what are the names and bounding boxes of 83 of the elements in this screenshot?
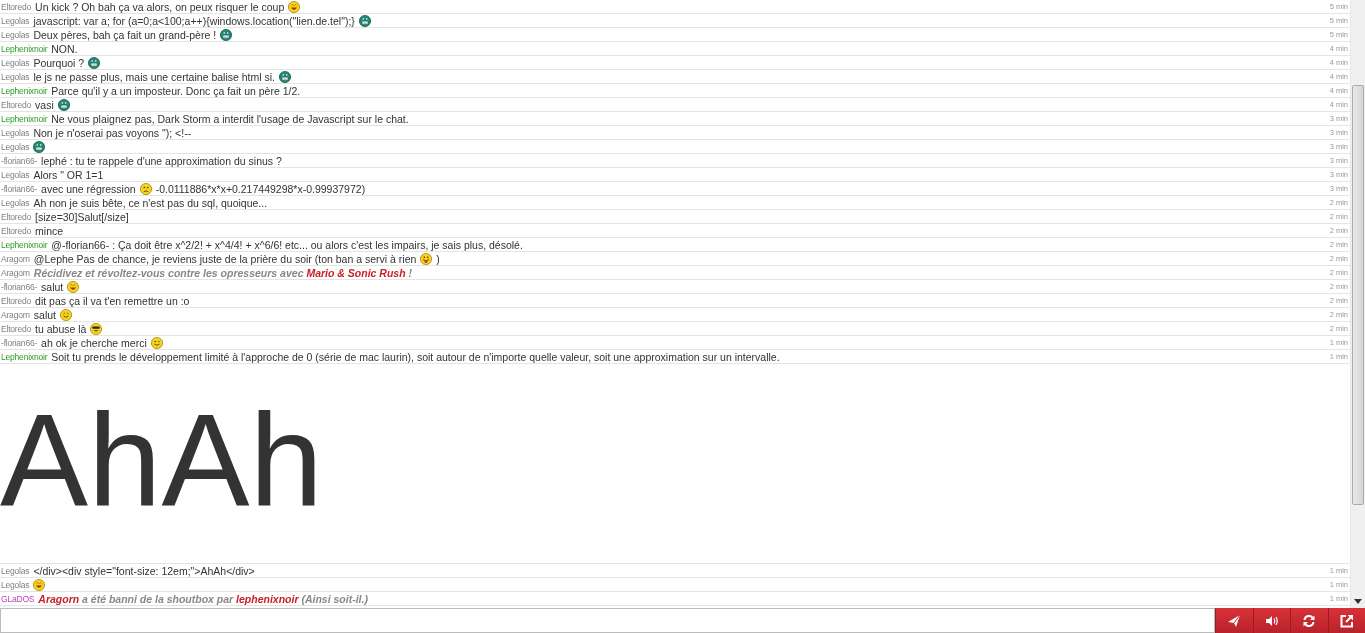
message-text: le js ne passe plus, mais une certaine balise html si. [33, 70, 275, 83]
smiley-icon [288, 0, 301, 13]
author-name[interactable]: Lephenixnoir [1, 239, 48, 250]
message-text: [size=30]Salut[/size] [35, 210, 129, 223]
smiley-icon [358, 14, 371, 27]
author-name[interactable]: Legolas [1, 15, 30, 26]
author-name[interactable]: GLaDOS [1, 593, 35, 604]
message-text: avec une régression [41, 182, 136, 195]
message-text: Ne vous plaignez pas, Dark Storm a interdit l'usage de Javascript sur le chat. [51, 112, 409, 125]
refresh-button[interactable] [1290, 608, 1328, 633]
author-name[interactable]: Eltoredo [1, 1, 32, 12]
author-name[interactable]: -florian66- [1, 183, 38, 194]
smiley-icon [57, 98, 70, 111]
smiley-icon [33, 578, 46, 591]
smiley-icon [220, 28, 233, 41]
message-text: mince [35, 224, 64, 237]
smiley-icon [139, 182, 152, 195]
message-text: Aragorn a été banni de la shoutbox par lephenixnoir (Ainsi soit-il.) [38, 592, 368, 605]
message-text: Récidivez et révoltez-vous contre les opresseurs avec Mario & Sonic Rush ! [33, 266, 412, 279]
author-name[interactable]: Lephenixnoir [1, 351, 48, 362]
send-icon [1227, 613, 1242, 628]
smiley-icon [33, 140, 46, 153]
author-name[interactable]: Aragorn [1, 267, 30, 278]
external-link-icon [1339, 613, 1354, 628]
message-text: ah ok je cherche merci [41, 336, 147, 349]
message-text: Soit tu prends le développement limité à l'approche de 0 (série de mac laurin), soit autour de n'importe quelle valeur, soit une approximation sur un intervalle. [51, 350, 780, 363]
sound-button[interactable] [1252, 608, 1290, 633]
popout-button[interactable] [1327, 608, 1365, 633]
author-name[interactable]: Eltoredo [1, 323, 32, 334]
scroll-down-icon[interactable] [1354, 599, 1362, 604]
message-text: NON. [51, 42, 78, 55]
message-text: Deux pères, bah ça fait un grand-père ! [33, 28, 217, 41]
message-text: tu abuse là [35, 322, 87, 335]
scrollbar[interactable] [1350, 0, 1365, 608]
author-name[interactable]: Legolas [1, 29, 30, 40]
message-text: salut [33, 308, 57, 321]
message-text: Alors " OR 1=1 [33, 168, 104, 181]
author-name[interactable]: Eltoredo [1, 295, 32, 306]
message-text: Parce qu'il y a un imposteur. Donc ça fait un père 1/2. [51, 84, 301, 97]
author-name[interactable]: Legolas [1, 565, 30, 576]
message-input[interactable] [0, 608, 1215, 633]
message-text: dit pas ça il va t'en remettre un :o [35, 294, 190, 307]
refresh-icon [1302, 613, 1317, 628]
message-text: Pourquoi ? [33, 56, 85, 69]
author-name[interactable]: Legolas [1, 71, 30, 82]
author-name[interactable]: Eltoredo [1, 225, 32, 236]
author-name[interactable]: Legolas [1, 169, 30, 180]
author-name[interactable]: Aragorn [1, 309, 30, 320]
message-text: -0.0111886*x*x+0.217449298*x-0.99937972) [155, 182, 366, 195]
message-text: Non je n'oserai pas voyons "); <!-- [33, 126, 192, 139]
smiley-icon [420, 252, 433, 265]
author-name[interactable]: Legolas [1, 57, 30, 68]
message-text: Un kick ? Oh bah ça va alors, on peux risquer le coup [35, 0, 285, 13]
smiley-icon [67, 280, 80, 293]
author-name[interactable]: -florian66- [1, 281, 38, 292]
message-text: vasi [35, 98, 54, 111]
message-text: </div><div style="font-size: 12em;">AhAh</div> [33, 564, 255, 577]
large-text: AhAh [0, 394, 323, 527]
author-name[interactable]: Eltoredo [1, 99, 32, 110]
send-button[interactable] [1215, 608, 1253, 633]
message-text: Ah non je suis bête, ce n'est pas du sql, quoique... [33, 196, 268, 209]
smiley-icon [88, 56, 101, 69]
smiley-icon [90, 322, 103, 335]
author-name[interactable]: Eltoredo [1, 211, 32, 222]
author-name[interactable]: -florian66- [1, 155, 38, 166]
smiley-icon [60, 308, 73, 321]
author-name[interactable]: Lephenixnoir [1, 113, 48, 124]
message-text: javascript: var a; for (a=0;a<100;a++){windows.location("lien.de.tel");} [33, 14, 355, 27]
smiley-icon [150, 336, 163, 349]
author-name[interactable]: Legolas [1, 579, 30, 590]
message-text: ) [436, 252, 440, 265]
author-name[interactable]: -florian66- [1, 337, 38, 348]
author-name[interactable]: Legolas [1, 141, 30, 152]
author-name[interactable]: Lephenixnoir [1, 85, 48, 96]
author-name[interactable]: Lephenixnoir [1, 43, 48, 54]
message-text: salut [41, 280, 64, 293]
message-text: lephé : tu te rappele d'une approximation du sinus ? [41, 154, 282, 167]
author-name[interactable]: Aragorn [1, 253, 30, 264]
author-name[interactable]: Legolas [1, 127, 30, 138]
message-text: @Lephe Pas de chance, je reviens juste de la prière du soir (ton ban a servi à rien [33, 252, 417, 265]
smiley-icon [279, 70, 291, 83]
message-text: @-florian66- : Ça doit être x^2/2! + x^4/4! + x^6/6! etc... ou alors c'est les impairs, je sais plus, désolé. [51, 238, 523, 251]
author-name[interactable]: Legolas [1, 197, 30, 208]
